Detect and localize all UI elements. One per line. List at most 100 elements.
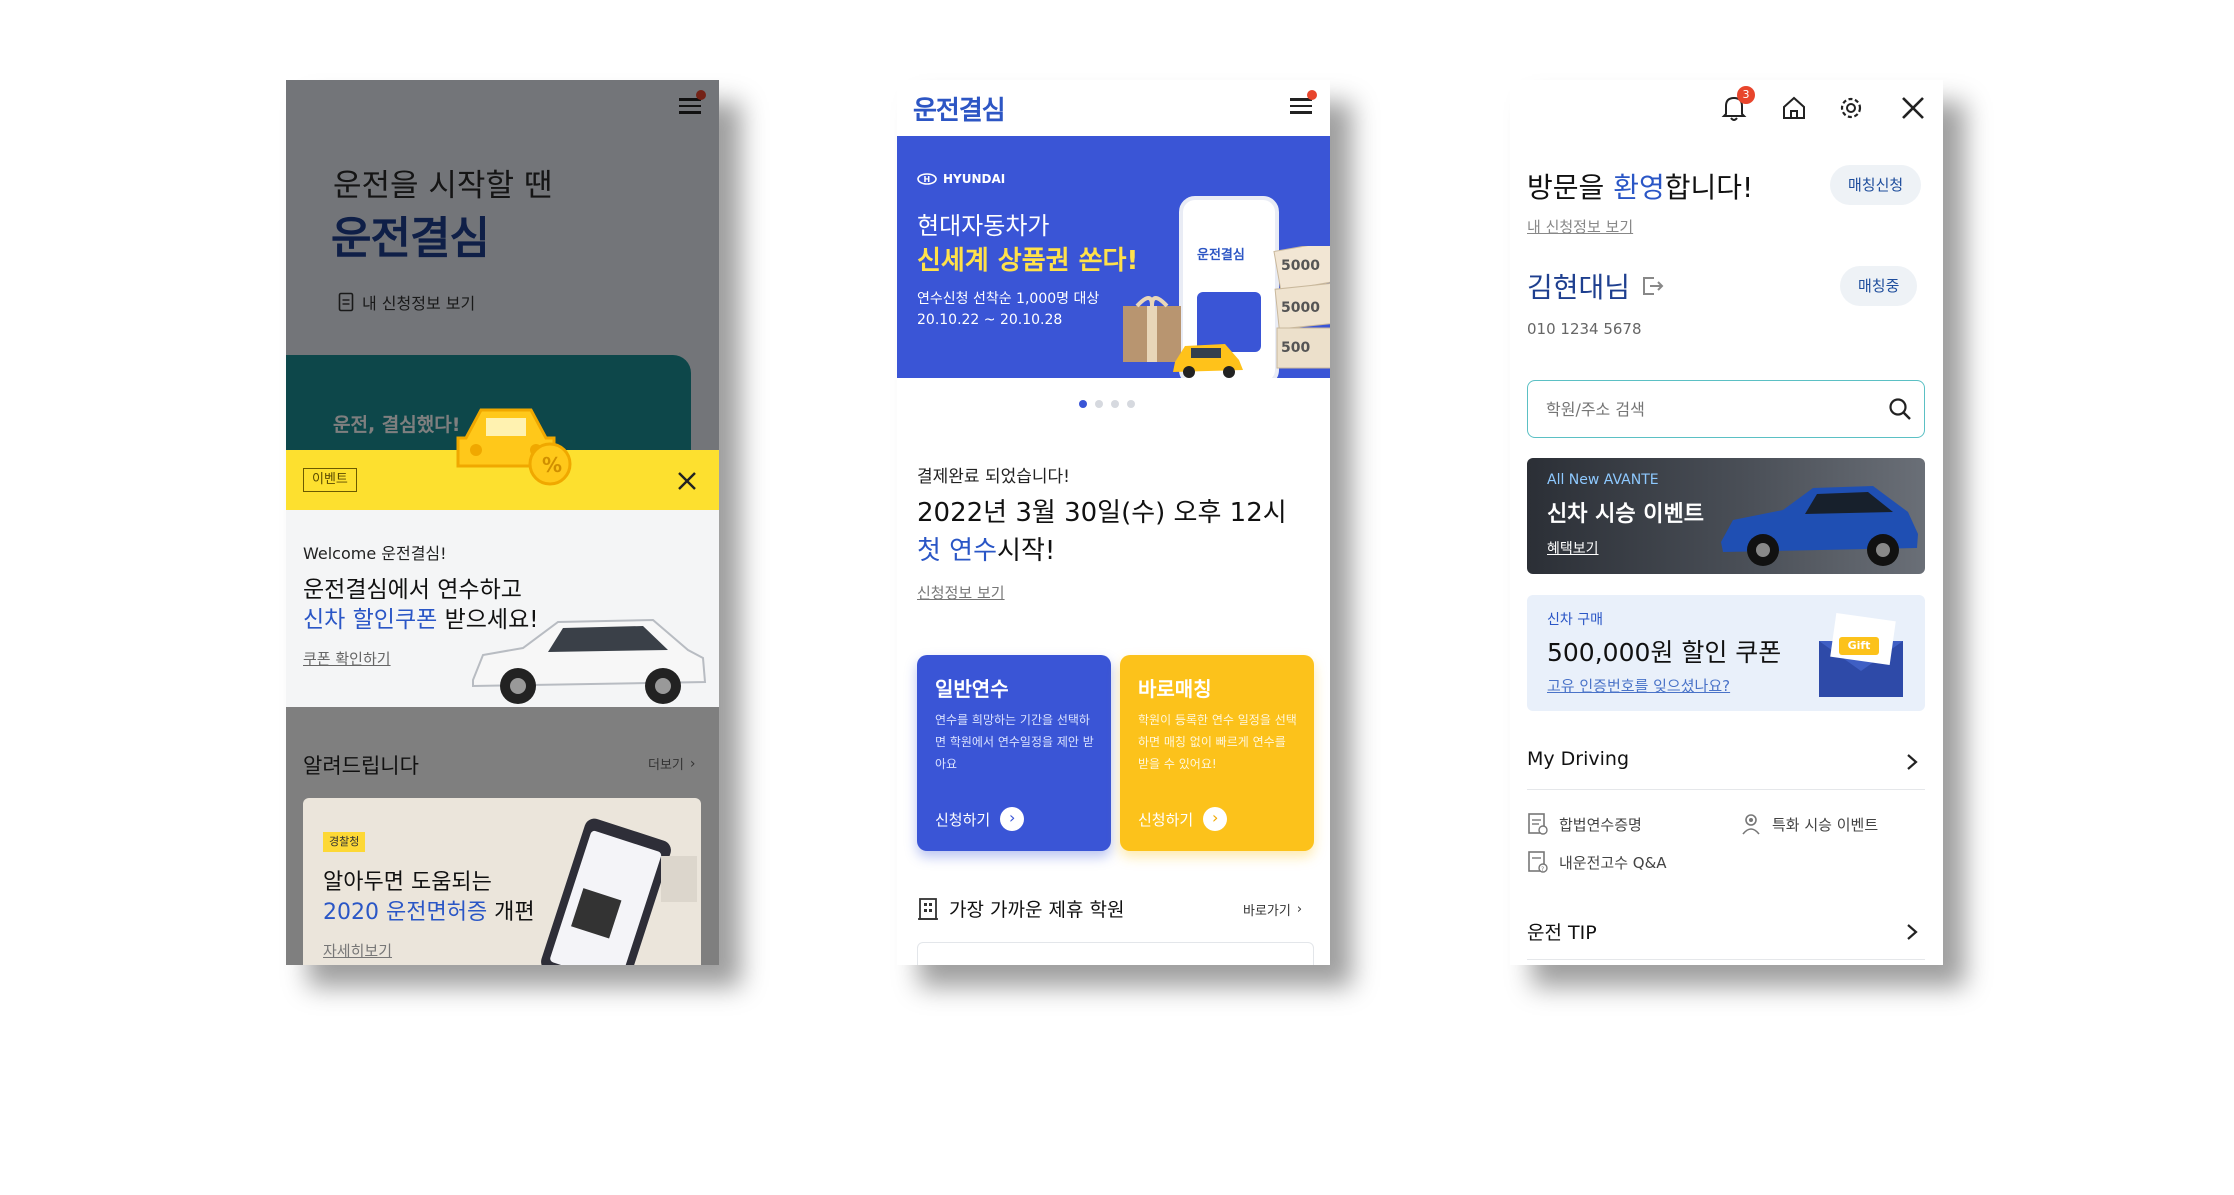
screen-side-menu: 3 방문을 환영합니다! 매칭신청 내 신청정보 보기 김현대님 매칭중 010…	[1510, 80, 1943, 965]
banner-line1: 현대자동차가	[917, 212, 1050, 240]
svg-text:500: 500	[1281, 340, 1310, 356]
driver-icon	[1742, 814, 1760, 835]
yellow-car-image	[1173, 344, 1243, 378]
application-info-link[interactable]: 신청정보 보기	[917, 582, 1005, 603]
phone-number: 010 1234 5678	[1527, 320, 1642, 338]
nearby-go-label: 바로가기	[1243, 904, 1291, 919]
coupon-tag: 신차 구매	[1547, 612, 1603, 628]
logout-icon[interactable]	[1640, 275, 1666, 297]
greeting-c: 합니다!	[1664, 171, 1754, 204]
chevron-right-icon	[1907, 924, 1918, 940]
qna-document-icon: ?	[1528, 851, 1548, 873]
promo-banner[interactable]: H HYUNDAI 현대자동차가 신세계 상품권 쏜다! 연수신청 선착순 1,…	[897, 136, 1330, 378]
banner-line2: 신세계 상품권 쏜다!	[917, 246, 1139, 276]
phone-license-image	[541, 818, 697, 965]
card1-desc: 연수를 희망하는 기간을 선택하면 학원에서 연수일정을 제안 받아요	[935, 713, 1094, 771]
card2-apply-button[interactable]: 신청하기 ›	[1138, 807, 1228, 831]
schedule-rest: 시작!	[997, 536, 1056, 566]
banner-line4: 20.10.22 ~ 20.10.28	[917, 312, 1063, 328]
section-driving-tip-title: 운전 TIP	[1527, 922, 1597, 944]
blue-sedan-image	[1721, 486, 1918, 566]
svg-text:5000: 5000	[1281, 258, 1320, 274]
menu-legal-training-proof[interactable]: 합법연수증명	[1527, 812, 1642, 836]
svg-text:?: ?	[1541, 866, 1544, 873]
news-line2: 2020 운전면허증 개편	[323, 894, 535, 926]
coupon-card[interactable]: 신차 구매 500,000원 할인 쿠폰 고유 인증번호를 잊으셨나요? Gif…	[1527, 595, 1925, 711]
welcome-text: Welcome 운전결심!	[303, 544, 447, 563]
section-my-driving-title: My Driving	[1527, 748, 1630, 770]
building-icon	[918, 897, 938, 920]
news-line1: 알아두면 도움되는	[323, 870, 492, 895]
section-my-driving[interactable]: My Driving	[1527, 740, 1925, 790]
my-application-link[interactable]: 내 신청정보 보기	[1527, 216, 1633, 237]
hyundai-brand: H HYUNDAI	[917, 172, 1005, 186]
menu2-label: 특화 시승 이벤트	[1772, 815, 1879, 834]
coupon-check-link[interactable]: 쿠폰 확인하기	[303, 648, 391, 669]
nearby-academy-header: 가장 가까운 제휴 학원	[917, 895, 1124, 922]
chevron-right-icon: ›	[689, 755, 696, 772]
notification-button[interactable]: 3	[1721, 86, 1755, 126]
search-icon[interactable]	[1888, 397, 1912, 421]
user-row: 김현대님	[1527, 266, 1666, 306]
search-box[interactable]	[1527, 380, 1925, 438]
app-logo[interactable]: 운전결심	[913, 90, 1006, 127]
schedule-highlight: 첫 연수	[917, 536, 998, 566]
forgot-code-link[interactable]: 고유 인증번호를 잊으셨나요?	[1547, 675, 1730, 696]
promo-highlight: 신차 할인쿠폰	[303, 607, 438, 633]
car-coupon-icon: %	[456, 408, 572, 486]
hyundai-logo-icon: H	[917, 173, 937, 185]
white-suv-image	[472, 618, 707, 704]
page-dot[interactable]	[1111, 400, 1119, 408]
user-name: 김현대님	[1527, 271, 1631, 304]
screen-home-event-popup: 운전을 시작할 땐 운전결심 내 신청정보 보기 운전, 결심했다! 이벤트 %…	[286, 80, 719, 965]
menu3-label: 내운전고수 Q&A	[1559, 853, 1667, 872]
card2-apply-label: 신청하기	[1138, 810, 1194, 829]
news-detail-link[interactable]: 자세히보기	[323, 940, 392, 961]
chevron-right-icon	[1907, 754, 1918, 770]
banner-tag: All New AVANTE	[1547, 472, 1659, 488]
card2-desc: 학원이 등록한 연수 일정을 선택하면 매칭 없이 빠르게 연수를 받을 수 있…	[1138, 713, 1297, 771]
search-input[interactable]	[1546, 395, 1866, 423]
nearby-go-link[interactable]: 바로가기 ›	[1243, 900, 1302, 919]
hyundai-label: HYUNDAI	[943, 172, 1006, 186]
greeting-a: 방문을	[1527, 171, 1614, 204]
news-badge: 경찰청	[323, 832, 366, 852]
page-dot[interactable]	[1095, 400, 1103, 408]
page-dot[interactable]	[1127, 400, 1135, 408]
menu-expert-qna[interactable]: ? 내운전고수 Q&A	[1527, 850, 1667, 874]
screen-home-payment-complete: 운전결심 H HYUNDAI 현대자동차가 신세계 상품권 쏜다! 연수신청 선…	[897, 80, 1330, 965]
svg-text:5000: 5000	[1281, 300, 1320, 316]
section-driving-tip[interactable]: 운전 TIP	[1527, 910, 1925, 960]
general-training-card[interactable]: 일반연수 연수를 희망하는 기간을 선택하면 학원에서 연수일정을 제안 받아요…	[917, 655, 1111, 851]
academy-list-card[interactable]	[917, 942, 1314, 965]
page-dot-active[interactable]	[1079, 400, 1087, 408]
avante-banner[interactable]: All New AVANTE 신차 시승 이벤트 혜택보기	[1527, 458, 1925, 574]
menu-test-drive-event[interactable]: 특화 시승 이벤트	[1740, 812, 1878, 836]
card1-title: 일반연수	[935, 677, 1009, 701]
svg-text:H: H	[924, 175, 931, 184]
payment-done-text: 결제완료 되었습니다!	[917, 467, 1070, 487]
phone-mock-title: 운전결심	[1197, 248, 1245, 263]
close-icon[interactable]	[676, 470, 698, 492]
card1-apply-button[interactable]: 신청하기 ›	[935, 807, 1025, 831]
gift-label: Gift	[1839, 637, 1879, 655]
matching-status-button[interactable]: 매칭중	[1840, 266, 1918, 306]
event-badge: 이벤트	[303, 468, 357, 492]
close-icon[interactable]	[1900, 95, 1926, 121]
schedule-line2: 첫 연수시작!	[917, 530, 1055, 567]
certificate-icon	[1528, 813, 1548, 835]
quick-matching-card[interactable]: 바로매칭 학원이 등록한 연수 일정을 선택하면 매칭 없이 빠르게 연수를 받…	[1120, 655, 1314, 851]
matching-apply-button[interactable]: 매칭신청	[1830, 165, 1922, 205]
svg-text:%: %	[542, 453, 562, 477]
banner-line3: 연수신청 선착순 1,000명 대상	[917, 291, 1100, 307]
news-card[interactable]: 경찰청 알아두면 도움되는 2020 운전면허증 개편 자세히보기	[303, 798, 701, 965]
more-label: 더보기	[648, 758, 684, 773]
schedule-line1: 2022년 3월 30일(수) 오후 12시	[917, 498, 1287, 528]
arrow-circle-icon: ›	[1203, 807, 1228, 831]
gear-icon[interactable]	[1836, 93, 1866, 123]
more-link[interactable]: 더보기 ›	[648, 754, 696, 774]
home-icon[interactable]	[1780, 94, 1808, 122]
banner-benefit-link[interactable]: 혜택보기	[1547, 538, 1599, 558]
gift-certificates-image: 5000 5000 500	[1273, 246, 1330, 369]
banner-pagination[interactable]	[1079, 400, 1135, 408]
